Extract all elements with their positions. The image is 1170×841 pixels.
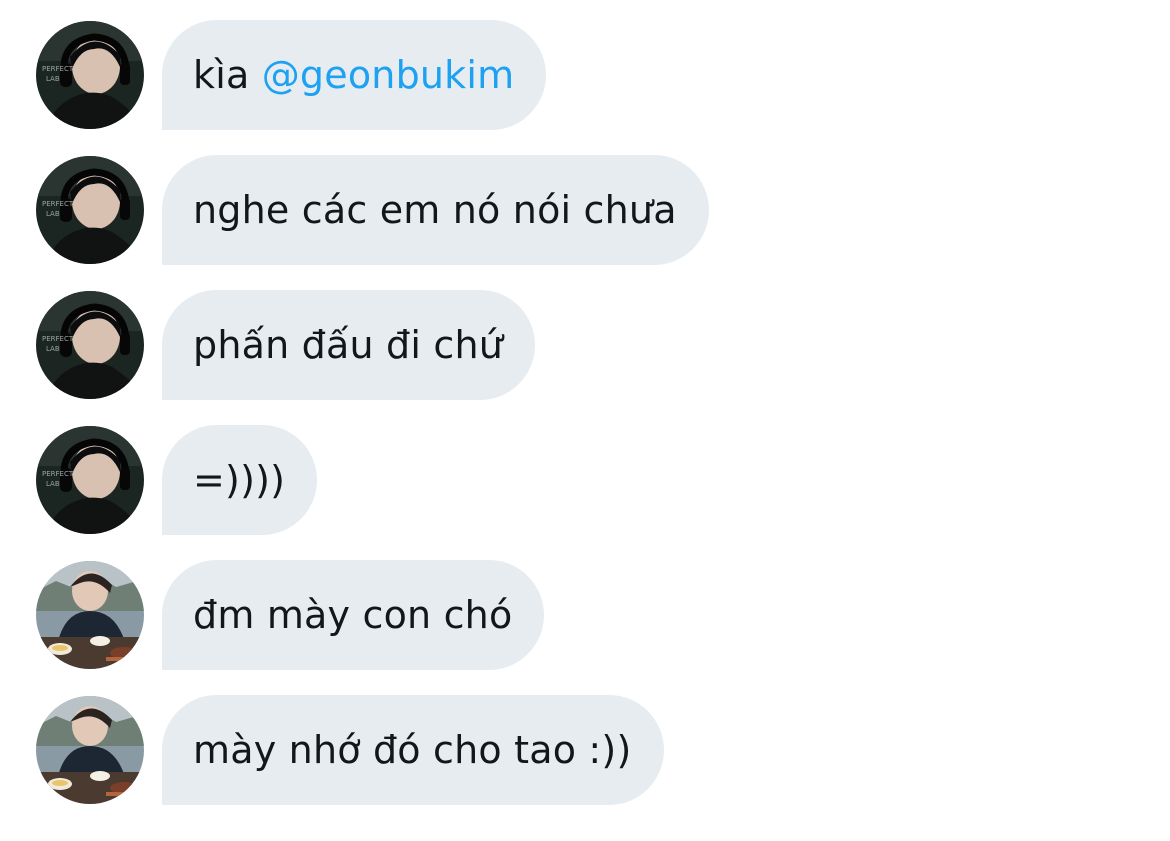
- message-row: PERFECT LAB nghe các em nó nói chưa: [36, 155, 709, 265]
- message-text: kìa: [193, 53, 250, 97]
- message-text: =)))): [193, 458, 286, 502]
- message-row: đm mày con chó: [36, 560, 545, 670]
- message-text: phấn đấu đi chứ: [193, 323, 504, 367]
- svg-text:PERFECT: PERFECT: [42, 65, 74, 73]
- avatar-gamer-headset-photo-icon: PERFECT LAB: [36, 291, 144, 399]
- message-row: mày nhớ đó cho tao :)): [36, 695, 664, 805]
- message-bubble: mày nhớ đó cho tao :)): [162, 695, 664, 805]
- svg-text:PERFECT: PERFECT: [42, 200, 74, 208]
- message-text: đm mày con chó: [193, 593, 513, 637]
- dm-thread: PERFECT LAB kìa @geonbukim PERFECT LAB n…: [0, 0, 1170, 841]
- avatar[interactable]: PERFECT LAB: [36, 426, 144, 534]
- avatar-gamer-headset-photo-icon: PERFECT LAB: [36, 426, 144, 534]
- avatar[interactable]: PERFECT LAB: [36, 156, 144, 264]
- message-bubble: đm mày con chó: [162, 560, 545, 670]
- svg-text:LAB: LAB: [46, 210, 60, 218]
- message-row: PERFECT LAB phấn đấu đi chứ: [36, 290, 536, 400]
- avatar[interactable]: PERFECT LAB: [36, 21, 144, 129]
- message-bubble: nghe các em nó nói chưa: [162, 155, 709, 265]
- message-text: mày nhớ đó cho tao :)): [193, 728, 632, 772]
- message-bubble: kìa @geonbukim: [162, 20, 547, 130]
- svg-text:PERFECT: PERFECT: [42, 470, 74, 478]
- message-row: PERFECT LAB kìa @geonbukim: [36, 20, 547, 130]
- svg-text:LAB: LAB: [46, 345, 60, 353]
- avatar[interactable]: [36, 696, 144, 804]
- svg-text:PERFECT: PERFECT: [42, 335, 74, 343]
- message-bubble: =)))): [162, 425, 318, 535]
- avatar-gamer-headset-photo-icon: PERFECT LAB: [36, 156, 144, 264]
- avatar-gamer-headset-photo-icon: PERFECT LAB: [36, 21, 144, 129]
- avatar-dining-photo-icon: [36, 561, 144, 669]
- message-bubble: phấn đấu đi chứ: [162, 290, 536, 400]
- avatar[interactable]: [36, 561, 144, 669]
- avatar-dining-photo-icon: [36, 696, 144, 804]
- svg-text:LAB: LAB: [46, 480, 60, 488]
- message-row: PERFECT LAB =)))): [36, 425, 318, 535]
- svg-text:LAB: LAB: [46, 75, 60, 83]
- message-text: nghe các em nó nói chưa: [193, 188, 677, 232]
- mention-link[interactable]: @geonbukim: [262, 53, 515, 97]
- avatar[interactable]: PERFECT LAB: [36, 291, 144, 399]
